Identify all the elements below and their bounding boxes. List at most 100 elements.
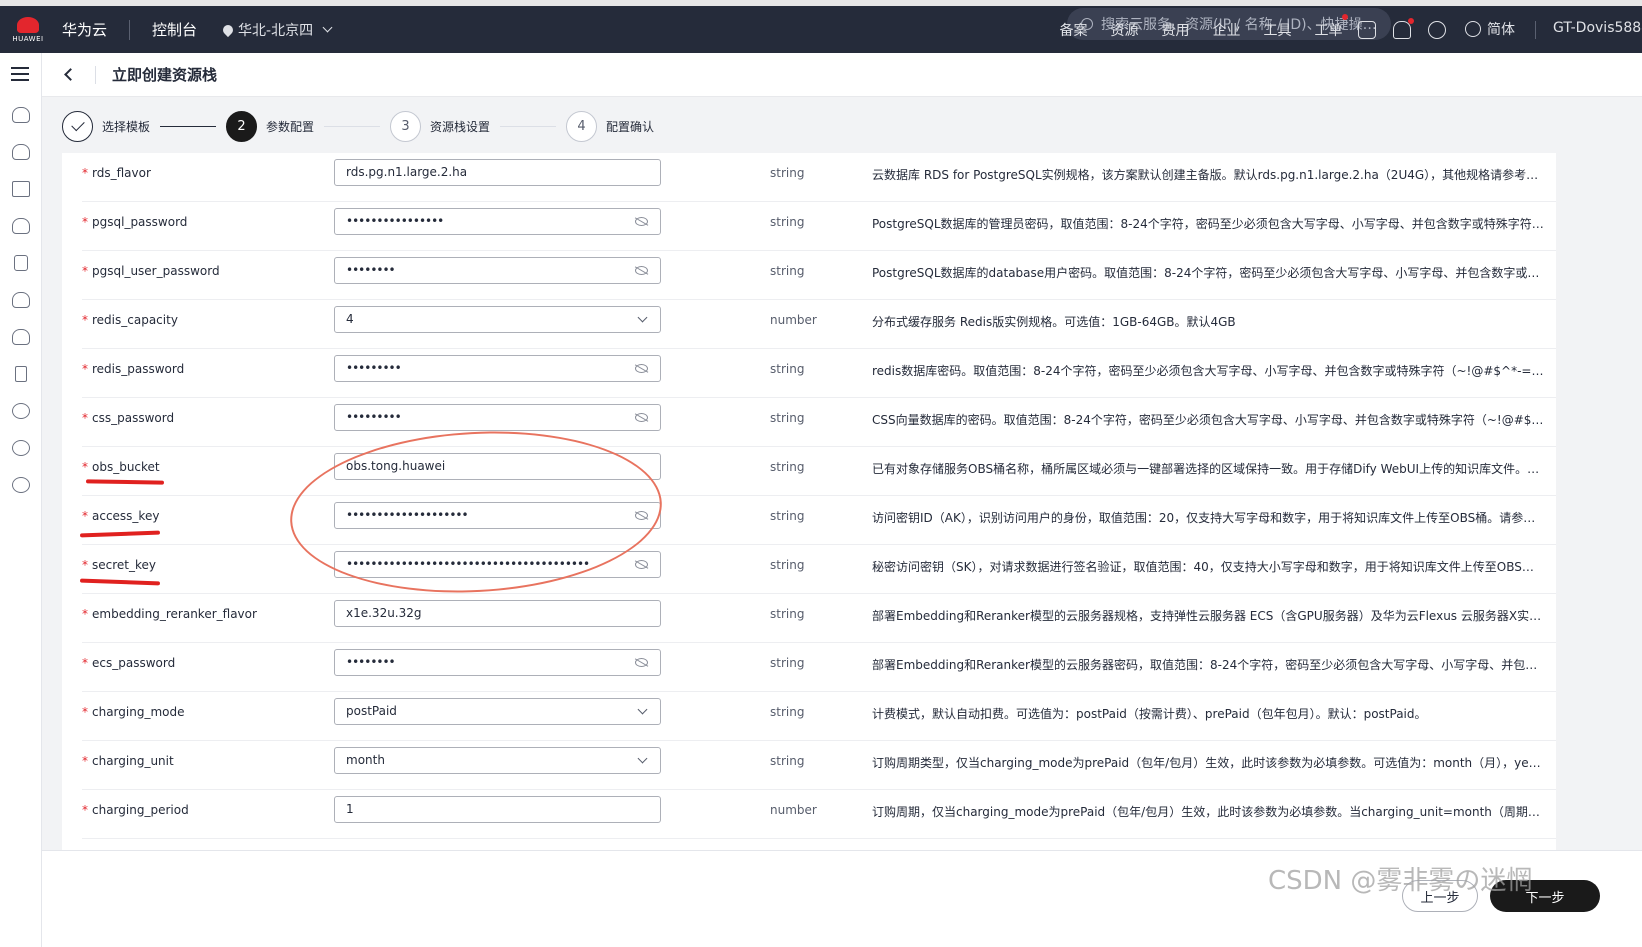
brand-name[interactable]: 华为云 <box>62 19 107 40</box>
nav-enterprise[interactable]: 企业 <box>1201 20 1252 40</box>
cloud-upload-icon[interactable] <box>12 218 30 234</box>
param-password-field[interactable]: •••••••• <box>334 649 661 676</box>
param-type: string <box>770 215 805 229</box>
required-mark: * <box>82 166 88 180</box>
param-type: number <box>770 803 817 817</box>
wizard-steps: 选择模板 2 参数配置 3 资源栈设置 4 配置确认 <box>62 110 654 142</box>
eye-hidden-icon[interactable] <box>635 364 648 373</box>
user-account[interactable]: GT-Dovis5884 <box>1553 20 1642 36</box>
param-password-field[interactable]: ••••••••• <box>334 404 661 431</box>
param-value: ••••••••• <box>346 361 402 375</box>
param-name-text: charging_period <box>92 803 189 817</box>
param-row: * ecs_password •••••••• string 部署Embedding和R… <box>82 643 1556 692</box>
nav-beian[interactable]: 备案 <box>1048 20 1099 40</box>
step-label: 参数配置 <box>266 119 315 134</box>
param-row: * embedding_reranker_flavor x1e.32u.32g str… <box>82 594 1556 643</box>
param-value: x1e.32u.32g <box>346 606 422 620</box>
help-icon[interactable] <box>1428 21 1446 39</box>
param-row: * pgsql_password •••••••••••••••• string Pos… <box>82 202 1556 251</box>
nav-billing[interactable]: 费用 <box>1150 20 1201 40</box>
param-description: 部署Embedding和Reranker模型的云服务器密码，取值范围：8-24个… <box>872 658 1544 672</box>
left-service-rail <box>0 53 42 947</box>
console-link[interactable]: 控制台 <box>152 19 197 40</box>
param-select[interactable]: month <box>334 747 661 774</box>
globe-network-icon[interactable] <box>12 477 30 493</box>
cloud-icon[interactable] <box>12 144 30 160</box>
param-name: * css_password <box>82 411 174 425</box>
param-input[interactable]: rds.pg.n1.large.2.ha <box>334 159 661 186</box>
back-arrow-icon[interactable] <box>64 68 77 81</box>
step-param-config[interactable]: 2 参数配置 <box>226 110 315 142</box>
param-description: CSS向量数据库的密码。取值范围：8-24个字符，密码至少必须包含大写字母、小写… <box>872 413 1544 427</box>
ip-icon[interactable] <box>12 403 30 419</box>
param-row: * rds_flavor rds.pg.n1.large.2.ha string 云数据… <box>82 153 1556 202</box>
language-selector[interactable]: 简体 <box>1465 19 1515 39</box>
nav-tickets-label: 工单 <box>1314 22 1343 39</box>
eye-hidden-icon[interactable] <box>635 658 648 667</box>
param-description: 访问密钥ID（AK），识别访问用户的身份，取值范围：20，仅支持大写字母和数字，… <box>872 511 1544 525</box>
param-name-text: css_password <box>92 411 175 425</box>
param-value: rds.pg.n1.large.2.ha <box>346 165 468 179</box>
menu-icon[interactable] <box>11 67 29 81</box>
location-pin-icon <box>220 22 236 37</box>
required-mark: * <box>82 264 88 278</box>
page-title: 立即创建资源栈 <box>112 66 218 84</box>
param-password-field[interactable]: •••••••••••••••• <box>334 208 661 235</box>
users-icon[interactable] <box>12 440 30 456</box>
cloud-storage-icon[interactable] <box>12 292 30 308</box>
nav-resources[interactable]: 资源 <box>1099 20 1150 40</box>
step-label: 配置确认 <box>606 119 655 134</box>
param-description: 分布式缓存服务 Redis版实例规格。可选值：1GB-64GB。默认4GB <box>872 315 1236 329</box>
param-description: PostgreSQL数据库的database用户密码。取值范围：8-24个字符，… <box>872 266 1544 280</box>
eye-hidden-icon[interactable] <box>635 266 648 275</box>
region-selector[interactable]: 华北-北京四 <box>220 20 333 40</box>
param-row: * redis_password ••••••••• string redis数据库密码… <box>82 349 1556 398</box>
param-row: * css_password ••••••••• string CSS向量数据库的密码。… <box>82 398 1556 447</box>
huawei-logo[interactable]: HUAWEI <box>0 6 56 53</box>
pin-icon[interactable] <box>15 366 27 382</box>
param-input[interactable]: x1e.32u.32g <box>334 600 661 627</box>
bell-icon[interactable] <box>1393 21 1411 39</box>
param-select[interactable]: postPaid <box>334 698 661 725</box>
param-name-text: pgsql_user_password <box>92 264 220 278</box>
eye-hidden-icon[interactable] <box>635 217 648 226</box>
bell-badge-dot <box>1408 18 1414 24</box>
region-label: 华北-北京四 <box>238 22 314 39</box>
step-number: 4 <box>566 110 598 142</box>
param-description: 订购周期类型，仅当charging_mode为prePaid（包年/包月）生效，… <box>872 756 1544 770</box>
param-name: * redis_capacity <box>82 313 178 327</box>
param-name: * embedding_reranker_flavor <box>82 607 257 621</box>
eye-hidden-icon[interactable] <box>635 560 648 569</box>
notification-dot <box>1342 13 1348 20</box>
step-confirm[interactable]: 4 配置确认 <box>566 110 655 142</box>
param-type: string <box>770 264 805 278</box>
required-mark: * <box>82 362 88 376</box>
document-icon[interactable] <box>14 255 28 271</box>
globe-icon <box>1465 21 1481 37</box>
param-row: * charging_mode postPaid string 计费模式，默认自动扣费。… <box>82 692 1556 741</box>
cloud-server-icon[interactable] <box>12 107 30 123</box>
parameter-form: * rds_flavor rds.pg.n1.large.2.ha string 云数据… <box>62 153 1556 850</box>
param-password-field[interactable]: •••••••• <box>334 257 661 284</box>
terminal-icon[interactable] <box>1358 21 1376 39</box>
required-mark: * <box>82 215 88 229</box>
param-name-text: redis_capacity <box>92 313 178 327</box>
param-input[interactable]: 1 <box>334 796 661 823</box>
step-select-template[interactable]: 选择模板 <box>62 110 150 142</box>
param-select[interactable]: 4 <box>334 306 661 333</box>
nav-tickets[interactable]: 工单 <box>1303 13 1354 40</box>
cloud-network-icon[interactable] <box>12 329 30 345</box>
required-mark: * <box>82 705 88 719</box>
param-type: string <box>770 607 805 621</box>
param-name: * rds_flavor <box>82 166 151 180</box>
logo-text: HUAWEI <box>12 34 44 43</box>
step-stack-settings[interactable]: 3 资源栈设置 <box>390 110 490 142</box>
monitor-icon[interactable] <box>12 181 30 197</box>
param-password-field[interactable]: ••••••••• <box>334 355 661 382</box>
param-description: 云数据库 RDS for PostgreSQL实例规格，该方案默认创建主备版。默… <box>872 168 1544 182</box>
param-type: string <box>770 166 805 180</box>
eye-hidden-icon[interactable] <box>635 413 648 422</box>
nav-tools[interactable]: 工具 <box>1252 20 1303 40</box>
step-connector <box>160 125 217 127</box>
param-name-text: embedding_reranker_flavor <box>92 607 257 621</box>
